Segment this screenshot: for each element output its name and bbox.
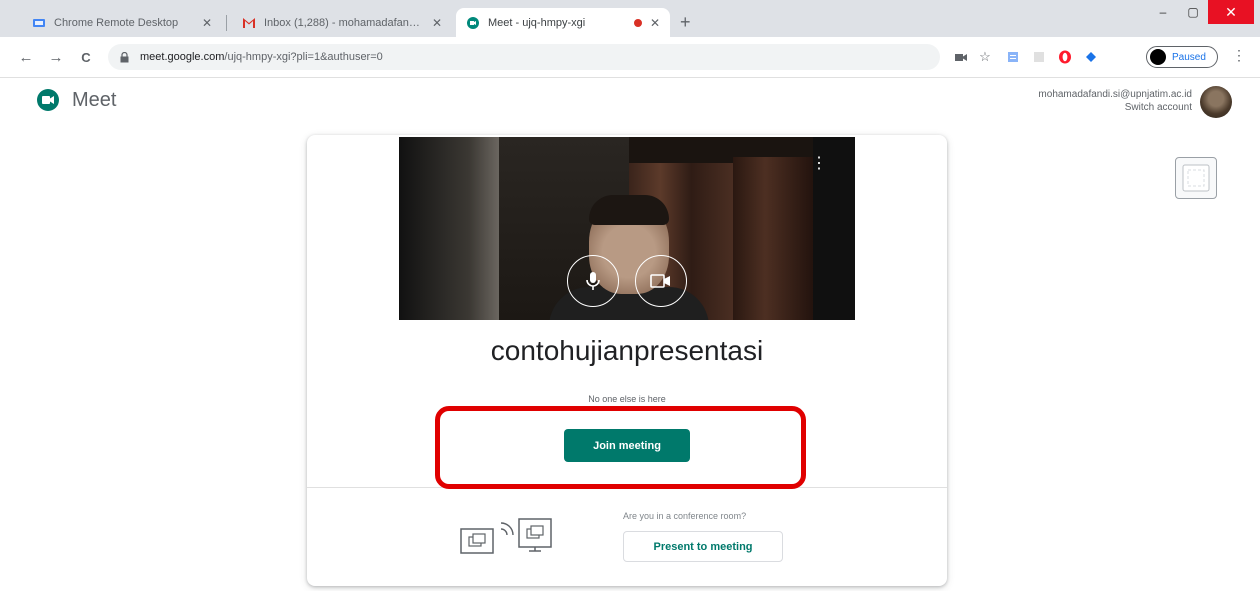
browser-toolbar: ← → C meet.google.com /ujq-hmpy-xgi?pli=… [0, 37, 1260, 78]
window-close-button[interactable]: ✕ [1208, 0, 1254, 24]
camera-toggle-button[interactable] [635, 255, 687, 307]
addon-frame-icon[interactable] [1175, 157, 1217, 199]
account-info: mohamadafandi.si@upnjatim.ac.id Switch a… [940, 88, 1192, 114]
meeting-name: contohujianpresentasi [490, 335, 764, 366]
meet-logo-icon [37, 89, 59, 111]
remote-desktop-icon [32, 16, 46, 30]
gmail-icon [242, 16, 256, 30]
profile-status-label: Paused [1172, 51, 1206, 63]
microphone-icon [586, 272, 600, 290]
present-to-meeting-button[interactable]: Present to meeting [623, 531, 783, 562]
tab-google-meet[interactable]: Meet - ujq-hmpy-xgi ✕ [456, 8, 670, 37]
switch-account-link[interactable]: Switch account [940, 101, 1192, 114]
tab-close-icon[interactable]: ✕ [650, 16, 660, 30]
bookmark-star-icon[interactable]: ☆ [976, 48, 994, 66]
extension-docs-icon[interactable] [1004, 48, 1022, 66]
preview-background [733, 157, 813, 320]
maximize-button[interactable]: ▢ [1178, 0, 1208, 24]
extension-grey-icon[interactable] [1030, 48, 1048, 66]
camera-preview: ⋮ [399, 137, 855, 320]
extension-diamond-icon[interactable] [1082, 48, 1100, 66]
tab-chrome-remote-desktop[interactable]: Chrome Remote Desktop ✕ [22, 8, 222, 37]
meet-icon [466, 16, 480, 30]
conference-room-question: Are you in a conference room? [623, 511, 747, 521]
forward-button[interactable]: → [46, 47, 66, 67]
url-host: meet.google.com [140, 51, 225, 63]
tab-title: Inbox (1,288) - mohamadafandi... [264, 16, 424, 29]
reload-button[interactable]: C [76, 47, 96, 67]
minimize-button[interactable]: – [1148, 0, 1178, 24]
tab-title: Chrome Remote Desktop [54, 16, 179, 29]
url-path: /ujq-hmpy-xgi?pli=1&authuser=0 [224, 51, 383, 63]
present-to-room-icon [460, 518, 552, 554]
avatar[interactable] [1200, 86, 1232, 118]
tab-close-icon[interactable]: ✕ [432, 16, 442, 30]
preview-person [589, 195, 669, 225]
recording-indicator-icon [633, 18, 642, 27]
microphone-toggle-button[interactable] [567, 255, 619, 307]
meet-logo[interactable]: Meet [36, 88, 116, 112]
video-camera-icon [650, 274, 670, 288]
browser-tab-strip: Chrome Remote Desktop ✕ Inbox (1,288) - … [0, 0, 1260, 37]
address-bar[interactable]: meet.google.com /ujq-hmpy-xgi?pli=1&auth… [108, 44, 940, 70]
tab-gmail-inbox[interactable]: Inbox (1,288) - mohamadafandi... ✕ [232, 8, 452, 37]
profile-avatar [1150, 49, 1166, 65]
participant-status: No one else is here [588, 394, 666, 404]
browser-menu-icon[interactable]: ⋮ [1232, 47, 1246, 64]
profile-paused-button[interactable]: Paused [1146, 46, 1218, 68]
camera-in-use-icon[interactable] [952, 48, 970, 66]
join-card: ⋮ contohujianpresentasi No one else is h… [307, 135, 947, 586]
meet-logo-text: Meet [72, 88, 117, 111]
lock-icon [120, 51, 132, 63]
tab-separator [226, 15, 227, 31]
preview-more-options-icon[interactable]: ⋮ [811, 156, 827, 172]
new-tab-button[interactable]: + [680, 12, 691, 33]
back-button[interactable]: ← [16, 47, 36, 67]
account-email: mohamadafandi.si@upnjatim.ac.id [1038, 89, 1192, 100]
preview-background [399, 137, 499, 320]
highlight-annotation [435, 406, 806, 489]
tab-close-icon[interactable]: ✕ [202, 16, 212, 30]
tab-title: Meet - ujq-hmpy-xgi [488, 16, 586, 29]
opera-icon[interactable] [1056, 48, 1074, 66]
